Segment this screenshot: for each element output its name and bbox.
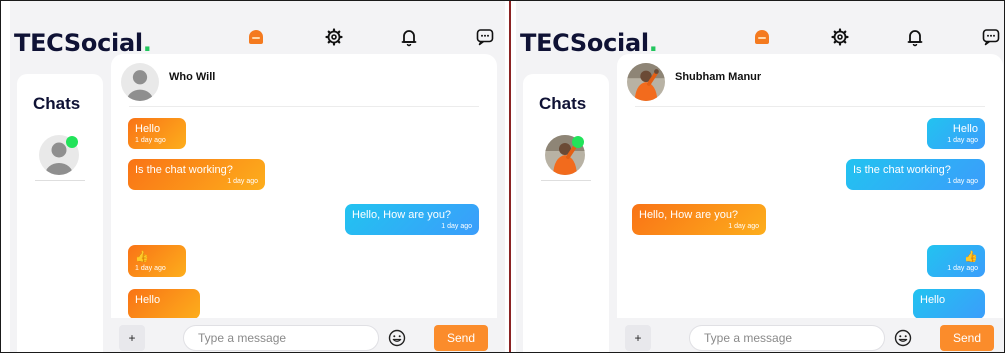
chat-window: Shubham Manur Hello 1 day ago Is the cha…	[617, 54, 1003, 353]
message-text: Is the chat working?	[135, 164, 233, 176]
message-bubble-received: 👍 1 day ago	[128, 245, 186, 277]
message-text: Hello, How are you?	[639, 209, 739, 221]
chat-header-avatar	[121, 63, 159, 101]
message-bubble-received: Hello 1 day ago	[128, 118, 186, 149]
chats-title: Chats	[539, 94, 587, 113]
message-bubble-sent: Hello 1 day ago	[927, 118, 985, 149]
message-time: 1 day ago	[441, 223, 472, 230]
app-logo[interactable]: TECSocial.	[14, 29, 152, 57]
message-input[interactable]	[689, 325, 885, 351]
message-icon[interactable]	[981, 27, 1001, 47]
gear-icon[interactable]	[324, 27, 344, 47]
message-bubble-received: Hello	[128, 289, 200, 319]
message-time: 1 day ago	[947, 137, 978, 144]
app-logo[interactable]: TECSocial.	[520, 29, 658, 57]
chats-sidebar: Chats	[17, 74, 103, 353]
message-text: Hello	[135, 294, 161, 306]
chat-contact-name: Who Will	[169, 71, 216, 83]
online-status-dot	[572, 136, 584, 148]
message-bubble-sent: Hello	[913, 289, 985, 319]
message-bubble-sent: Is the chat working? 1 day ago	[846, 159, 985, 190]
panel-divider	[509, 0, 511, 353]
gear-icon[interactable]	[830, 27, 850, 47]
message-time: 1 day ago	[947, 265, 978, 272]
message-time: 1 day ago	[135, 265, 166, 272]
message-text: Is the chat working?	[853, 164, 951, 176]
send-button[interactable]: Send	[434, 325, 488, 351]
chat-contact-name: Shubham Manur	[675, 71, 762, 83]
emoji-icon[interactable]	[894, 329, 912, 347]
add-attachment-button[interactable]: +	[625, 325, 651, 351]
message-text: Hello	[135, 123, 161, 135]
message-time: 1 day ago	[728, 223, 759, 230]
add-attachment-button[interactable]: +	[119, 325, 145, 351]
chat-panel-who-will: TECSocial. Chats Who Will Hello 1 day ag…	[10, 0, 505, 353]
message-text: Hello	[952, 123, 978, 135]
divider	[35, 180, 85, 181]
chat-window: Who Will Hello 1 day ago Is the chat wor…	[111, 54, 497, 353]
bell-icon[interactable]	[905, 27, 925, 47]
chats-title: Chats	[33, 94, 81, 113]
message-time: 1 day ago	[947, 178, 978, 185]
send-button[interactable]: Send	[940, 325, 994, 351]
home-icon[interactable]	[752, 27, 772, 47]
message-bubble-sent: Hello, How are you? 1 day ago	[345, 204, 479, 235]
message-bubble-received: Hello, How are you? 1 day ago	[632, 204, 766, 235]
message-icon[interactable]	[475, 27, 495, 47]
message-input[interactable]	[183, 325, 379, 351]
divider	[129, 106, 479, 107]
emoji-icon[interactable]	[388, 329, 406, 347]
message-text: 👍	[964, 251, 978, 263]
home-icon[interactable]	[246, 27, 266, 47]
message-text: Hello, How are you?	[352, 209, 452, 221]
bell-icon[interactable]	[399, 27, 419, 47]
message-time: 1 day ago	[227, 178, 258, 185]
message-time: 1 day ago	[135, 137, 166, 144]
message-text: Hello	[920, 294, 946, 306]
chats-sidebar: Chats	[523, 74, 609, 353]
top-nav: TECSocial.	[516, 0, 1005, 60]
chat-header-avatar	[627, 63, 665, 101]
message-bubble-received: Is the chat working? 1 day ago	[128, 159, 265, 190]
online-status-dot	[66, 136, 78, 148]
chat-panel-shubham-manur: TECSocial. Chats Shubham Manur Hello 1 d…	[516, 0, 1005, 353]
divider	[635, 106, 985, 107]
message-composer: + Send	[617, 318, 1003, 353]
message-text: 👍	[135, 251, 149, 263]
top-nav: TECSocial.	[10, 0, 505, 60]
message-bubble-sent: 👍 1 day ago	[927, 245, 985, 277]
divider	[541, 180, 591, 181]
message-composer: + Send	[111, 318, 497, 353]
